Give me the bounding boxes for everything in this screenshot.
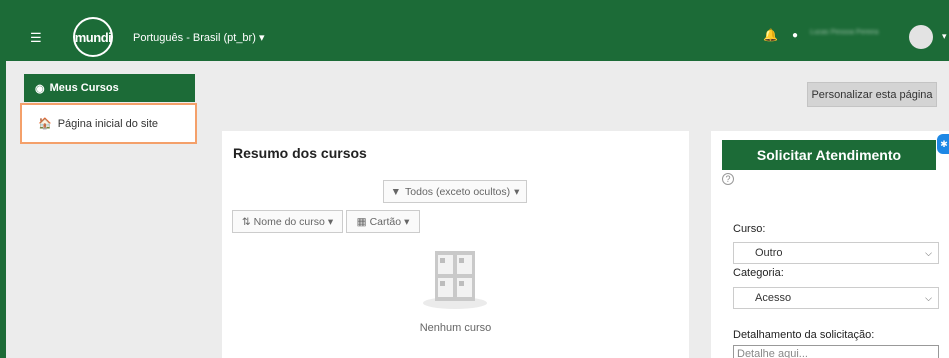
caret-down-icon: ▾ <box>404 215 410 228</box>
chat-icon[interactable]: ● <box>792 30 798 41</box>
filter-label: Todos (exceto ocultos) <box>405 185 511 198</box>
detail-placeholder: Detalhe aqui... <box>737 348 808 358</box>
dashboard-icon: ◉ <box>35 82 45 95</box>
drawer-header-label: Meus Cursos <box>49 82 119 94</box>
gear-icon[interactable]: ✱ <box>937 134 949 154</box>
customize-page-button[interactable]: Personalizar esta página <box>807 82 937 107</box>
sort-label: Nome do curso <box>253 215 325 228</box>
sort-dropdown[interactable]: ⇅ Nome do curso ▾ <box>232 210 343 233</box>
sort-icon: ⇅ <box>241 215 251 228</box>
view-dropdown[interactable]: ▦ Cartão ▾ <box>346 210 420 233</box>
category-label: Categoria: <box>733 267 784 279</box>
drawer-header-my-courses[interactable]: ◉ Meus Cursos <box>24 74 195 102</box>
caret-down-icon: ▾ <box>514 185 520 198</box>
course-value: Outro <box>755 247 783 259</box>
caret-down-icon: ▾ <box>258 32 265 44</box>
help-icon[interactable]: ? <box>722 173 734 185</box>
course-label: Curso: <box>733 223 766 235</box>
avatar[interactable] <box>909 25 933 49</box>
request-support-label: Solicitar Atendimento <box>756 147 902 163</box>
empty-courses-icon <box>423 251 487 309</box>
site-logo[interactable]: mundi <box>73 17 113 57</box>
language-label: Português - Brasil (pt_br) <box>133 32 256 44</box>
empty-courses-text: Nenhum curso <box>419 322 492 334</box>
detail-label: Detalhamento da solicitação: <box>733 329 875 341</box>
filter-icon: ▼ <box>390 185 402 198</box>
request-support-button[interactable]: Solicitar Atendimento <box>722 140 936 170</box>
user-name[interactable]: Lucas Pessoa Pereira <box>810 29 878 36</box>
bell-icon[interactable]: 🔔 <box>763 28 778 42</box>
grid-icon: ▦ <box>356 215 367 228</box>
filter-dropdown[interactable]: ▼ Todos (exceto ocultos) ▾ <box>383 180 527 203</box>
help-glyph: ? <box>725 174 731 184</box>
customize-page-label: Personalizar esta página <box>811 88 933 101</box>
caret-down-icon[interactable]: ▾ <box>942 31 947 42</box>
chevron-down-icon: ⌵ <box>925 248 932 258</box>
chevron-down-icon: ⌵ <box>925 293 932 303</box>
language-menu[interactable]: Português - Brasil (pt_br) ▾ <box>133 31 264 44</box>
course-select[interactable]: Outro ⌵ <box>733 242 939 264</box>
course-overview-title: Resumo dos cursos <box>233 145 367 161</box>
caret-down-icon: ▾ <box>327 215 334 228</box>
detail-textarea[interactable]: Detalhe aqui... <box>733 345 939 358</box>
view-label: Cartão <box>369 215 402 228</box>
course-overview-card: Resumo dos cursos ▼ Todos (exceto oculto… <box>222 131 689 358</box>
category-select[interactable]: Acesso ⌵ <box>733 287 939 309</box>
drawer-item-site-home[interactable]: 🏠 Página inicial do site <box>20 103 197 144</box>
home-icon: 🏠 <box>38 118 52 130</box>
drawer-item-label: Página inicial do site <box>57 117 158 130</box>
logo-text: mundi <box>74 29 112 45</box>
support-request-card: Solicitar Atendimento ✱ ? Curso: Outro ⌵… <box>711 131 949 358</box>
top-navbar: ☰ mundi Português - Brasil (pt_br) ▾ 🔔 ●… <box>0 0 949 61</box>
category-value: Acesso <box>755 292 792 304</box>
menu-icon[interactable]: ☰ <box>30 31 42 44</box>
